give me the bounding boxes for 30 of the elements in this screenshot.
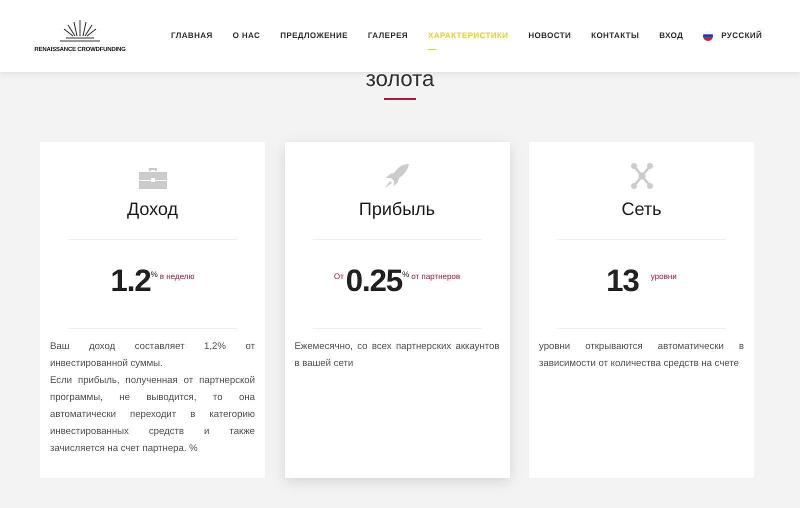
section-title: золота [364, 68, 436, 90]
card-title: Сеть [620, 198, 663, 221]
value-suffix: уровни [650, 271, 677, 283]
card-title: Доход [126, 198, 180, 221]
network-icon [630, 163, 652, 189]
value-suffix: от партнеров [411, 271, 460, 283]
description-text: Ежемесячно, со всех партнерских аккаунтов в вашей сети [294, 340, 500, 371]
nav-link[interactable]: ГАЛЕРЕЯ [368, 30, 408, 42]
value-suffix: в неделю [160, 271, 194, 283]
rocket-icon [384, 163, 410, 189]
logo-icon [58, 18, 102, 42]
nav-link[interactable]: О НАС [232, 30, 260, 42]
nav-link[interactable]: ПРЕДЛОЖЕНИЕ [280, 30, 348, 42]
nav-link[interactable]: КОНТАКТЫ [591, 30, 640, 42]
stat-unit: % [402, 270, 410, 278]
nav-link[interactable]: НОВОСТИ [528, 30, 572, 42]
card-title: Прибыль [358, 198, 436, 221]
nav-link[interactable]: ВХОД [659, 30, 684, 42]
stat-unit: % [150, 268, 158, 280]
russia-flag-icon [703, 31, 714, 41]
nav-link[interactable]: ГЛАВНАЯ [171, 30, 213, 42]
stat-value: 13 [606, 264, 639, 296]
briefcase-icon [138, 167, 166, 189]
description-text: уровни открываются автоматически в зависимости от количества средств на счете [539, 340, 744, 371]
description-text: Ваш доход составляет 1,2% от инвестированной суммы. [50, 340, 255, 371]
stat-value: 1.2 [110, 264, 151, 296]
stat-value: 0.25 [346, 264, 402, 296]
value-prefix: От [334, 271, 344, 283]
language-selector[interactable]: РУССКИЙ [703, 30, 762, 42]
description-text: Если прибыль, полученная от партнерской программы, не выводится, то она автоматически переходит в категорию инвестированных средств и также зачисляется на счет партнера. % [50, 374, 255, 456]
